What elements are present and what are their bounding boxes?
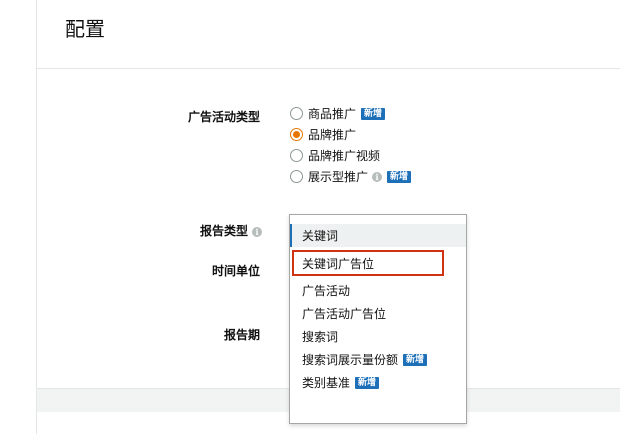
dropdown-option-campaign-placement[interactable]: 广告活动广告位 <box>290 302 466 325</box>
radio-label: 商品推广 <box>308 107 357 121</box>
option-label: 关键词 <box>302 229 339 243</box>
dropdown-option-search-term[interactable]: 搜索词 <box>290 325 466 348</box>
radio-label: 品牌推广 <box>308 128 357 142</box>
radio-option-sponsored-products[interactable]: 商品推广 新增 <box>290 103 411 124</box>
campaign-type-label: 广告活动类型 <box>188 108 260 125</box>
option-label: 搜索词 <box>302 330 339 344</box>
new-badge: 新增 <box>387 170 412 183</box>
info-icon[interactable]: i <box>372 171 383 182</box>
new-badge: 新增 <box>355 376 380 389</box>
campaign-type-radio-group: 商品推广 新增 品牌推广 品牌推广视频 展示型推广 i 新增 <box>290 103 412 187</box>
page-title: 配置 <box>65 17 105 41</box>
dropdown-option-keyword[interactable]: 关键词 <box>290 224 466 247</box>
option-label: 广告活动广告位 <box>302 307 387 321</box>
radio-button[interactable] <box>290 149 303 162</box>
radio-option-sponsored-brands[interactable]: 品牌推广 <box>290 124 411 145</box>
info-icon[interactable]: i <box>252 226 262 237</box>
report-type-label-text: 报告类型 <box>199 224 248 238</box>
option-label: 关键词广告位 <box>302 256 375 271</box>
report-type-dropdown[interactable]: 关键词 关键词广告位 广告活动 广告活动广告位 搜索词 搜索词展示量份额 新增 … <box>289 214 467 424</box>
option-label: 搜索词展示量份额 <box>302 353 399 367</box>
time-unit-label: 时间单位 <box>212 262 260 279</box>
option-label: 广告活动 <box>302 284 351 298</box>
report-type-label: 报告类型 i <box>200 222 262 239</box>
time-unit-label-text: 时间单位 <box>211 264 260 278</box>
card-header: 配置 <box>37 0 620 69</box>
radio-label: 展示型推广 <box>308 170 369 184</box>
radio-button[interactable] <box>290 170 303 183</box>
radio-button[interactable] <box>290 107 303 120</box>
dropdown-option-search-term-impression-share[interactable]: 搜索词展示量份额 新增 <box>290 348 466 371</box>
radio-label: 品牌推广视频 <box>308 149 381 163</box>
dropdown-option-category-benchmark[interactable]: 类别基准 新增 <box>290 371 466 394</box>
radio-option-sponsored-display[interactable]: 展示型推广 i 新增 <box>290 166 412 187</box>
radio-option-sponsored-brands-video[interactable]: 品牌推广视频 <box>290 145 411 166</box>
report-period-label-text: 报告期 <box>223 328 260 342</box>
radio-button-checked[interactable] <box>290 128 303 141</box>
report-period-label: 报告期 <box>224 326 260 343</box>
dropdown-option-keyword-placement[interactable]: 关键词广告位 <box>292 250 444 276</box>
new-badge: 新增 <box>361 107 386 120</box>
dropdown-option-campaign[interactable]: 广告活动 <box>290 279 466 302</box>
new-badge: 新增 <box>403 353 428 366</box>
campaign-type-label-text: 广告活动类型 <box>187 110 260 124</box>
option-label: 类别基准 <box>302 376 351 390</box>
